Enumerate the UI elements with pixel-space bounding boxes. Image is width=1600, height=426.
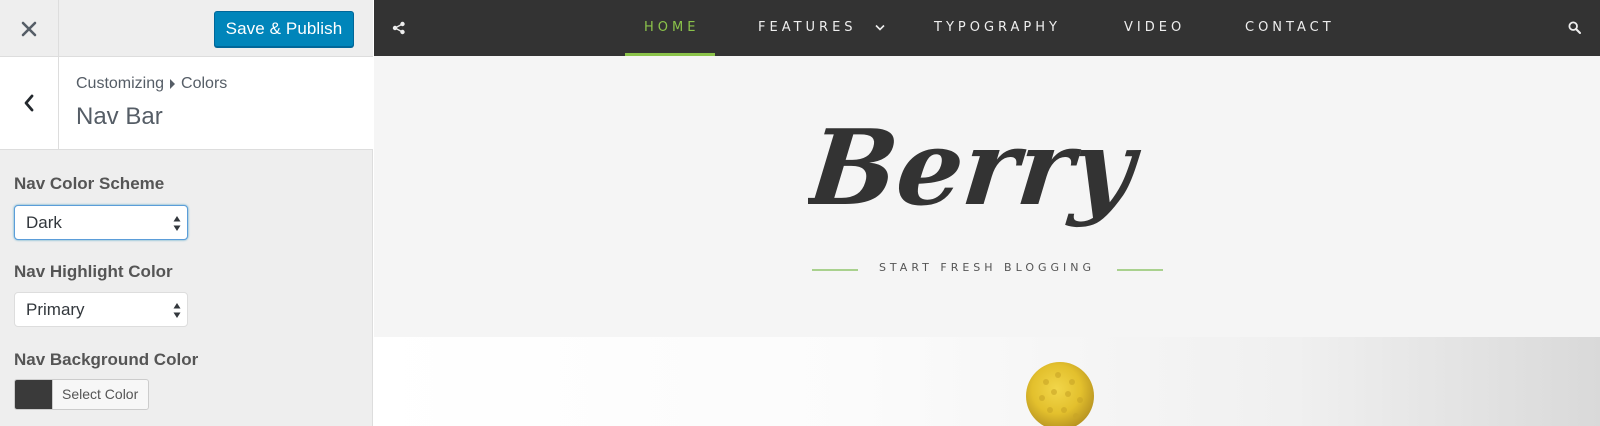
chevron-down-icon[interactable] xyxy=(875,24,885,31)
tagline-rule-right xyxy=(1117,269,1163,271)
hero-image xyxy=(374,337,1600,426)
chevron-left-icon xyxy=(24,94,34,112)
site-title: Berry xyxy=(808,106,1146,229)
site-nav-bar: HOME FEATURES TYPOGRAPHY VIDEO CONTACT xyxy=(374,0,1600,56)
nav-item-features[interactable]: FEATURES xyxy=(758,0,857,56)
nav-color-scheme-value: Dark xyxy=(26,212,62,232)
nav-item-contact[interactable]: CONTACT xyxy=(1245,0,1335,56)
customizer-sidebar: Save & Publish Customizing Colors Nav Ba… xyxy=(0,0,373,426)
site-preview: HOME FEATURES TYPOGRAPHY VIDEO CONTACT B… xyxy=(374,0,1600,426)
share-icon[interactable] xyxy=(392,21,406,35)
nav-item-typography[interactable]: TYPOGRAPHY xyxy=(934,0,1061,56)
site-tagline: START FRESH BLOGGING xyxy=(878,261,1096,274)
nav-item-home[interactable]: HOME xyxy=(644,0,699,56)
nav-background-color-label: Nav Background Color xyxy=(14,350,199,369)
close-icon xyxy=(21,21,37,36)
section-header: Customizing Colors Nav Bar xyxy=(0,57,373,150)
nav-color-scheme-label: Nav Color Scheme xyxy=(14,174,165,193)
section-title: Nav Bar xyxy=(76,103,163,130)
yellow-flower-image xyxy=(1026,362,1094,426)
breadcrumb: Customizing Colors xyxy=(76,75,227,93)
breadcrumb-parent: Colors xyxy=(181,75,228,92)
nav-item-video[interactable]: VIDEO xyxy=(1124,0,1185,56)
nav-color-scheme-select[interactable]: Dark xyxy=(14,205,188,240)
updown-arrows-icon xyxy=(173,303,181,318)
site-logo[interactable]: Berry xyxy=(808,106,1148,246)
nav-highlight-color-value: Primary xyxy=(26,299,85,319)
save-publish-button[interactable]: Save & Publish xyxy=(214,11,354,47)
nav-highlight-color-select[interactable]: Primary xyxy=(14,292,188,327)
updown-arrows-icon xyxy=(173,216,181,231)
color-swatch[interactable] xyxy=(15,380,53,409)
breadcrumb-root: Customizing xyxy=(76,75,165,92)
close-customizer-button[interactable] xyxy=(0,0,59,57)
breadcrumb-separator-icon xyxy=(170,79,176,89)
search-icon[interactable] xyxy=(1568,21,1581,34)
nav-background-color-picker[interactable]: Select Color xyxy=(14,379,150,410)
back-button[interactable] xyxy=(0,57,59,149)
site-masthead: Berry START FRESH BLOGGING xyxy=(374,56,1600,337)
customizer-header: Save & Publish xyxy=(0,0,373,57)
nav-highlight-color-label: Nav Highlight Color xyxy=(14,262,173,281)
select-color-button[interactable]: Select Color xyxy=(53,380,148,409)
